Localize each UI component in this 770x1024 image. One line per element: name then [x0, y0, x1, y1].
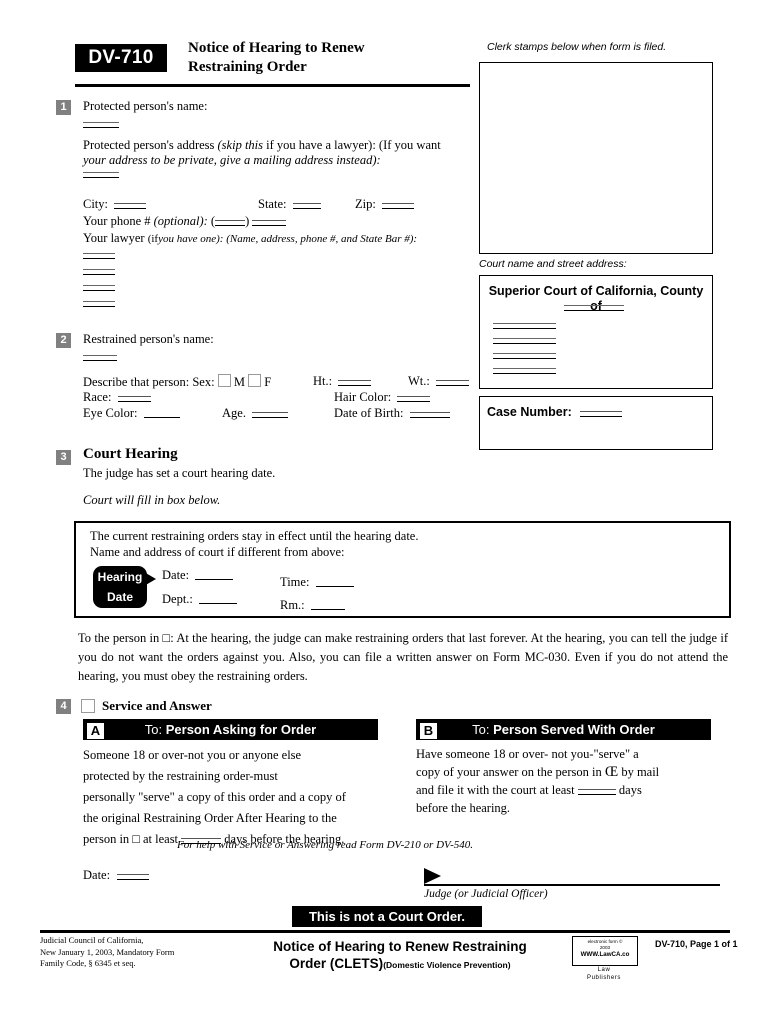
court-hearing-subtitle: The judge has set a court hearing date. — [83, 466, 276, 480]
height-blank[interactable] — [338, 380, 372, 386]
zip-blank[interactable] — [381, 203, 414, 209]
height-field: Ht.: — [313, 374, 372, 389]
age-blank[interactable] — [252, 412, 289, 418]
dv710-form-page: DV-710 Notice of Hearing to Renew Restra… — [0, 0, 770, 1024]
protected-address-blank[interactable] — [83, 172, 119, 178]
footer-rule — [40, 930, 730, 933]
signature-date-blank[interactable] — [117, 874, 150, 880]
hair-color-blank[interactable] — [397, 396, 431, 402]
court-name-box: Superior Court of California, County of — [479, 275, 713, 389]
lawyer-line-3[interactable] — [83, 285, 115, 291]
court-address-line-4[interactable] — [493, 368, 556, 374]
hearing-dept-blank[interactable] — [199, 603, 238, 604]
hearing-time-blank[interactable] — [315, 586, 354, 587]
restrained-name-label: Restrained person's name: — [83, 332, 214, 346]
restrained-name-blank[interactable] — [83, 355, 117, 361]
lawyer-line-2[interactable] — [83, 269, 115, 275]
phone-area-blank[interactable] — [215, 220, 246, 226]
dob-blank[interactable] — [409, 412, 450, 418]
not-court-order-banner: This is not a Court Order. — [292, 906, 482, 927]
lawyer-field-label: Your lawyer (ifyou have one): (Name, add… — [83, 231, 418, 245]
state-blank[interactable] — [292, 203, 321, 209]
lawyer-line-1[interactable] — [83, 253, 115, 259]
section-2-number: 2 — [56, 333, 71, 348]
footer-page-info: DV-710, Page 1 of 1 — [655, 939, 738, 949]
form-title-line2: Restraining Order — [188, 59, 307, 75]
column-a-badge: A — [86, 721, 105, 740]
publisher-stamp-subtitle: Law Publishers — [586, 967, 621, 981]
column-b-text: Have someone 18 or over- not you-"serve"… — [416, 747, 660, 815]
service-help-note: For help with Service or Answering read … — [177, 839, 474, 851]
section-1-number: 1 — [56, 100, 71, 115]
phone-number-blank[interactable] — [252, 220, 287, 226]
race-field: Race: — [83, 390, 151, 405]
case-number-box: Case Number: — [479, 396, 713, 450]
service-answer-heading: Service and Answer — [102, 698, 212, 713]
column-a-header-bar: A To: Person Asking for Order — [83, 719, 378, 740]
sex-female-checkbox[interactable] — [248, 374, 262, 387]
service-answer-checkbox[interactable] — [81, 699, 95, 716]
hearing-box-line2: Name and address of court if different f… — [90, 545, 345, 559]
column-b-days-blank[interactable] — [577, 789, 616, 795]
hearing-date-badge: Hearing Date — [93, 566, 147, 608]
court-address-line-1[interactable] — [493, 323, 556, 329]
weight-field: Wt.: — [408, 374, 469, 389]
court-address-line-3[interactable] — [493, 353, 556, 359]
signature-date-field: Date: — [83, 868, 150, 883]
county-blank[interactable] — [564, 305, 624, 311]
signature-arrow-icon — [424, 868, 441, 884]
eye-color-field: Eye Color: — [83, 406, 180, 421]
section-4-number: 4 — [56, 699, 71, 714]
hearing-dept-field: Dept.: — [162, 592, 238, 607]
hearing-time-field: Time: — [280, 575, 354, 590]
race-blank[interactable] — [117, 396, 151, 402]
footer-left-text: Judicial Council of California, New Janu… — [40, 935, 175, 968]
court-hearing-heading: Court Hearing — [83, 446, 178, 462]
describe-person-row: Describe that person: Sex: M F — [83, 374, 272, 389]
footer-center-title: Notice of Hearing to Renew Restraining O… — [273, 939, 527, 971]
hearing-notice-paragraph: To the person in □: At the hearing, the … — [78, 631, 728, 683]
zip-field: Zip: — [355, 197, 414, 212]
clerk-stamp-box — [479, 62, 713, 254]
publisher-stamp: electronic form © 2003 WWW.LawCA.co — [572, 936, 638, 966]
form-number-tag: DV-710 — [75, 44, 167, 72]
hearing-box-line1: The current restraining orders stay in e… — [90, 529, 419, 543]
hearing-room-field: Rm.: — [280, 598, 345, 613]
phone-field: Your phone # (optional): () — [83, 214, 287, 229]
judge-signature-line[interactable] — [424, 884, 720, 886]
protected-name-blank[interactable] — [83, 122, 119, 128]
state-field: State: — [258, 197, 321, 212]
hearing-date-arrow-icon — [144, 572, 156, 586]
court-fill-note: Court will fill in box below. — [83, 493, 221, 507]
column-a-bar-text: To: Person Asking for Order — [144, 722, 317, 737]
judge-signature-label: Judge (or Judicial Officer) — [424, 888, 548, 900]
sex-male-checkbox[interactable] — [217, 374, 231, 387]
column-b-badge: B — [419, 721, 438, 740]
hair-color-field: Hair Color: — [334, 390, 431, 405]
column-b-header-bar: B To: Person Served With Order — [416, 719, 711, 740]
city-field: City: — [83, 197, 147, 212]
eye-color-blank[interactable] — [143, 417, 180, 418]
age-field: Age. — [222, 406, 289, 421]
protected-name-label: Protected person's name: — [83, 99, 208, 113]
case-number-blank[interactable] — [580, 411, 623, 417]
lawyer-line-4[interactable] — [83, 301, 115, 307]
section-3-number: 3 — [56, 450, 71, 465]
form-title-line1: Notice of Hearing to Renew — [188, 40, 365, 56]
weight-blank[interactable] — [436, 380, 469, 386]
column-a-text: Someone 18 or over-not you or anyone els… — [83, 748, 346, 846]
dob-field: Date of Birth: — [334, 406, 450, 421]
protected-address-label: Protected person's address (skip this if… — [83, 138, 441, 167]
case-number-label: Case Number: — [480, 397, 712, 419]
city-blank[interactable] — [114, 203, 147, 209]
hearing-date-field: Date: — [162, 568, 234, 583]
form-title: Notice of Hearing to Renew Restraining O… — [188, 39, 468, 77]
hearing-date-blank[interactable] — [195, 579, 234, 580]
hearing-room-blank[interactable] — [310, 609, 345, 610]
header-rule — [75, 84, 470, 87]
court-address-line-2[interactable] — [493, 338, 556, 344]
court-address-caption: Court name and street address: — [479, 258, 627, 270]
clerk-stamp-caption: Clerk stamps below when form is filed. — [487, 41, 667, 53]
column-b-bar-text: To: Person Served With Order — [472, 722, 655, 737]
